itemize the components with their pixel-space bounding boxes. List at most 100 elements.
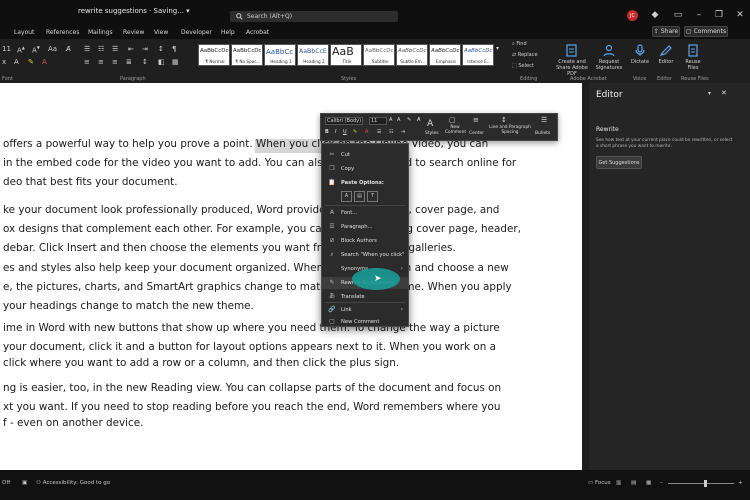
minimize-icon[interactable]: – [694,10,704,20]
clear-format-icon[interactable]: A̸ [417,117,420,123]
tab-view[interactable]: View [154,29,168,36]
font-color-icon[interactable]: A [42,58,47,66]
align-center-icon[interactable]: ≡ [473,116,479,124]
comments-button[interactable]: ▢ Comments [684,26,728,37]
line-spacing-icon[interactable]: ↕ [501,116,507,124]
grow-font-icon[interactable]: A [389,117,392,123]
menu-item-block-authors[interactable]: ⊘ Block Authors [322,235,408,247]
menu-item-new-comment[interactable]: ▢ New Comment [322,316,408,328]
style-title[interactable]: AaB Title [330,44,362,66]
close-icon[interactable]: ✕ [721,89,727,97]
bullets-icon[interactable]: ☰ [84,45,90,53]
zoom-slider-thumb[interactable] [704,480,707,487]
dictate-button[interactable]: Dictate [630,44,650,65]
text-effects-icon[interactable]: A [14,58,19,66]
bold-icon[interactable]: B [325,129,329,135]
restore-icon[interactable]: ❐ [714,10,724,20]
replace-button[interactable]: ⇄ Replace [512,52,538,58]
style-no-spacing[interactable]: AaBbCcDc ¶ No Spac... [231,44,263,66]
font-size-box[interactable]: 11 [369,117,387,125]
style-subtitle[interactable]: AaBbCcDc Subtitle [363,44,395,66]
reuse-files-button[interactable]: Reuse Files [682,44,704,71]
increase-indent-icon[interactable]: ⇥ [142,45,148,53]
focus-button[interactable]: ▭ Focus [588,480,611,486]
center-label[interactable]: Center [469,131,484,136]
line-spacing-label[interactable]: Line and Paragraph Spacing [487,125,533,135]
tab-developer[interactable]: Developer [181,29,212,36]
print-layout-icon[interactable]: ▤ [631,480,636,486]
highlight-icon[interactable]: ✎ [353,129,357,135]
shrink-font-icon[interactable]: A [397,117,400,123]
font-size-box[interactable]: 11 [2,45,11,53]
styles-more-icon[interactable]: ▾ [496,45,499,52]
ribbon-display-icon[interactable]: ▭ [673,10,683,20]
style-subtle-emphasis[interactable]: AaBbCcDc Subtle Em... [396,44,428,66]
create-pdf-button[interactable]: Create and Share Adobe PDF [552,44,592,77]
bullets-icon[interactable]: ☰ [377,129,381,135]
menu-item-search[interactable]: ⌕ Search "When you click" [322,249,408,261]
menu-item-cut[interactable]: ✂ Cut [322,149,408,161]
font-color-icon[interactable]: A [365,129,368,135]
format-painter-icon[interactable]: ✎ [407,117,411,123]
paste-keep-source-icon[interactable]: A [341,191,352,202]
strikethrough-icon[interactable]: x [2,58,6,66]
shading-icon[interactable]: ◧ [158,58,165,66]
styles-label[interactable]: Styles [425,131,439,136]
align-center-icon[interactable]: ≡ [98,58,104,66]
tab-mailings[interactable]: Mailings [88,29,113,36]
find-button[interactable]: ⌕ Find [512,41,527,47]
read-mode-icon[interactable]: ▥ [616,480,621,486]
align-left-icon[interactable]: ≡ [84,58,90,66]
sort-icon[interactable]: ↕ [158,45,164,53]
zoom-out-icon[interactable]: – [660,480,663,486]
menu-item-link[interactable]: 🔗 Link › [322,304,408,316]
paste-merge-icon[interactable]: ▤ [354,191,365,202]
tab-help[interactable]: Help [221,29,235,36]
style-heading-2[interactable]: AaBbCcE Heading 2 [297,44,329,66]
select-button[interactable]: ⬚ Select [512,63,534,69]
bullets-label[interactable]: Bullets [535,131,550,136]
zoom-slider[interactable] [668,483,734,484]
tab-review[interactable]: Review [123,29,144,36]
numbering-icon[interactable]: ☷ [98,45,104,53]
numbering-icon[interactable]: ☷ [389,129,393,135]
tab-references[interactable]: References [46,29,79,36]
close-icon[interactable]: ✕ [735,10,745,20]
menu-item-paragraph[interactable]: ☰ Paragraph... [322,221,408,233]
comment-icon[interactable]: ▢ [449,116,456,124]
editor-button[interactable]: Editor [656,44,676,65]
indent-icon[interactable]: ⇥ [401,129,405,135]
pilcrow-icon[interactable]: ¶ [172,45,176,53]
style-emphasis[interactable]: AaBbCcDc Emphasis [429,44,461,66]
proofing-icon[interactable]: ▣ [22,480,27,486]
multilevel-list-icon[interactable]: ☰ [112,45,118,53]
new-comment-label[interactable]: New Comment [445,125,466,135]
change-case-icon[interactable]: Aa [48,45,57,53]
accessibility-status[interactable]: ⚇ Accessibility: Good to go [36,480,110,486]
bullets-icon[interactable]: ☰ [541,116,547,124]
line-spacing-icon[interactable]: ↕ [142,58,148,66]
zoom-in-icon[interactable]: + [738,480,743,486]
italic-icon[interactable]: I [335,129,336,135]
tab-acrobat[interactable]: Acrobat [246,29,269,36]
justify-icon[interactable]: ≣ [126,58,132,66]
paste-text-only-icon[interactable]: T [367,191,378,202]
style-normal[interactable]: AaBbCcDc ¶ Normal [198,44,230,66]
search-input[interactable]: Search (Alt+Q) [230,11,398,22]
grow-font-icon[interactable]: A▲ [17,45,25,54]
style-heading-1[interactable]: AaBbCc Heading 1 [264,44,296,66]
get-suggestions-button[interactable]: Get Suggestions [596,156,642,169]
request-signatures-button[interactable]: Request Signatures [594,44,624,71]
shrink-font-icon[interactable]: A▼ [32,45,40,54]
menu-item-copy[interactable]: ❐ Copy [322,163,408,175]
underline-icon[interactable]: U [343,129,347,135]
diamond-icon[interactable]: ◆ [650,10,660,20]
web-layout-icon[interactable]: ▦ [646,480,651,486]
borders-icon[interactable]: ▦ [172,58,179,66]
align-right-icon[interactable]: ≡ [112,58,118,66]
tab-layout[interactable]: Layout [14,29,34,36]
avatar[interactable]: JC [627,10,638,21]
highlight-icon[interactable]: ✎ [28,58,34,66]
pane-options-icon[interactable]: ▾ [708,90,711,97]
document-title[interactable]: rewrite suggestions · Saving... ▾ [78,7,190,15]
